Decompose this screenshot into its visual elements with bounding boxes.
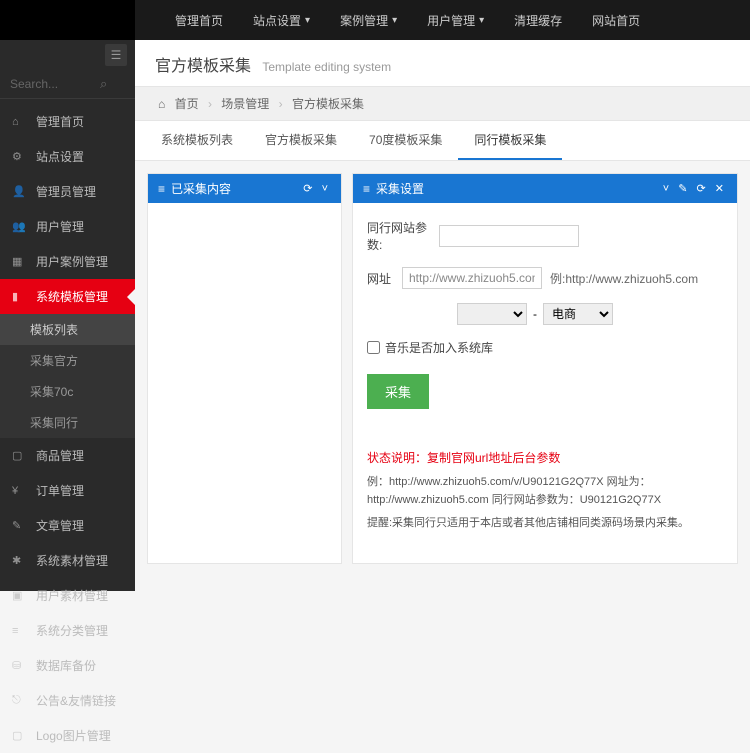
param-input[interactable] [439,225,579,247]
document-icon: ✎ [12,519,28,532]
panel-tools[interactable]: ˅ ✎ ⟳ ✕ [663,182,727,195]
music-row: 音乐是否加入系统库 [367,339,723,356]
panels-container: ≡ 已采集内容 ⟳ ˅ ≡ 采集设置 ˅ ✎ ⟳ ✕ 同行网站参数: 网址 [135,161,750,576]
sidebar-item-usercase[interactable]: ▦用户案例管理 [0,244,135,279]
tab-official-collect[interactable]: 官方模板采集 [249,121,353,160]
chevron-down-icon: ▾ [479,15,484,26]
user-icon: 👤 [12,185,28,198]
url-label: 网址 [367,270,402,287]
sidebar-submenu: 模板列表 采集官方 采集70c 采集同行 [0,314,135,438]
param-label: 同行网站参数: [367,219,439,253]
page-header: 官方模板采集 Template editing system [135,40,750,86]
sidebar-item-orders[interactable]: ¥订单管理 [0,473,135,508]
submenu-template-list[interactable]: 模板列表 [0,314,135,345]
panel-tools[interactable]: ⟳ ˅ [303,182,331,195]
sidebar-item-sysmaterial[interactable]: ✱系统素材管理 [0,543,135,578]
briefcase-icon: ▮ [12,290,28,303]
sidebar-item-home[interactable]: ⌂管理首页 [0,104,135,139]
database-icon: ⛁ [12,659,28,672]
page-title: 官方模板采集 [155,58,251,75]
collected-panel: ≡ 已采集内容 ⟳ ˅ [147,173,342,564]
sidebar-item-backup[interactable]: ⛁数据库备份 [0,648,135,683]
url-input[interactable] [402,267,542,289]
collected-panel-header: ≡ 已采集内容 ⟳ ˅ [148,174,341,203]
topnav-item-user[interactable]: 用户管理▾ [412,0,499,40]
search-icon[interactable]: ⌕ [100,76,107,92]
tabs: 系统模板列表 官方模板采集 70度模板采集 同行模板采集 [135,121,750,161]
example-text: 例：http://www.zhizuoh5.com/v/U90121G2Q77X… [367,474,723,509]
page-subtitle: Template editing system [262,60,391,74]
sidebar-logo-area [0,0,135,40]
settings-panel-title: 采集设置 [376,180,424,197]
topnav-item-website[interactable]: 网站首页 [577,0,655,40]
collected-panel-body [148,203,341,303]
param-row: 同行网站参数: [367,219,723,253]
topnav-item-cache[interactable]: 清理缓存 [499,0,577,40]
breadcrumb: ⌂ 首页 › 场景管理 › 官方模板采集 [135,86,750,121]
sidebar-item-articles[interactable]: ✎文章管理 [0,508,135,543]
tab-system-template[interactable]: 系统模板列表 [145,121,249,160]
submenu-collect-peer[interactable]: 采集同行 [0,407,135,438]
box-icon: ▢ [12,449,28,462]
url-hint: 例:http://www.zhizuoh5.com [550,270,698,287]
search-input[interactable] [10,77,100,91]
settings-panel: ≡ 采集设置 ˅ ✎ ⟳ ✕ 同行网站参数: 网址 例:http://www.z… [352,173,738,564]
collect-button[interactable]: 采集 [367,374,429,409]
star-icon: ✱ [12,554,28,567]
list-icon: ≡ [363,182,370,196]
sidebar-item-logo[interactable]: ▢Logo图片管理 [0,718,135,753]
sidebar-item-goods[interactable]: ▢商品管理 [0,438,135,473]
sidebar-item-category[interactable]: ≡系统分类管理 [0,613,135,648]
sidebar-search: ⌕ [0,70,135,99]
topnav-item-home[interactable]: 管理首页 [160,0,238,40]
breadcrumb-level1[interactable]: 场景管理 [221,97,269,111]
settings-panel-body: 同行网站参数: 网址 例:http://www.zhizuoh5.com - 电… [353,203,737,563]
tip-text: 提醒:采集同行只适用于本店或者其他店铺相同类源码场景内采集。 [367,515,723,533]
sidebar-item-admin[interactable]: 👤管理员管理 [0,174,135,209]
breadcrumb-home[interactable]: 首页 [175,97,199,111]
submenu-collect-official[interactable]: 采集官方 [0,345,135,376]
home-icon: ⌂ [12,115,28,128]
url-row: 网址 例:http://www.zhizuoh5.com [367,267,723,289]
sidebar-item-usermaterial[interactable]: ▣用户素材管理 [0,578,135,613]
sidebar-item-template[interactable]: ▮系统模板管理 [0,279,135,314]
gear-icon: ⚙ [12,150,28,163]
music-checkbox[interactable] [367,341,380,354]
breadcrumb-level2: 官方模板采集 [292,97,364,111]
submenu-collect-70c[interactable]: 采集70c [0,376,135,407]
active-arrow-icon [127,289,135,305]
music-label: 音乐是否加入系统库 [385,339,493,356]
category1-select[interactable] [457,303,527,325]
main-content: 官方模板采集 Template editing system ⌂ 首页 › 场景… [135,40,750,576]
home-icon: ⌂ [158,97,165,111]
collected-panel-title: 已采集内容 [171,180,231,197]
menu-toggle-icon[interactable]: ☰ [105,44,127,66]
status-note: 状态说明：复制官网url地址后台参数 [367,449,723,466]
sidebar-item-users[interactable]: 👥用户管理 [0,209,135,244]
sidebar-menu: ⌂管理首页 ⚙站点设置 👤管理员管理 👥用户管理 ▦用户案例管理 ▮系统模板管理… [0,104,135,753]
sidebar-item-announce[interactable]: ⎋公告&友情链接 [0,683,135,718]
sidebar-item-site[interactable]: ⚙站点设置 [0,139,135,174]
topnav-item-case[interactable]: 案例管理▾ [325,0,412,40]
link-icon: ⎋ [12,694,28,707]
chevron-down-icon: ▾ [392,15,397,26]
tab-peer-collect[interactable]: 同行模板采集 [458,121,562,160]
sidebar: ☰ ⌕ ⌂管理首页 ⚙站点设置 👤管理员管理 👥用户管理 ▦用户案例管理 ▮系统… [0,0,135,591]
users-icon: 👥 [12,220,28,233]
image-icon: ▢ [12,729,28,742]
list-icon: ≡ [12,624,28,637]
grid-icon: ▦ [12,255,28,268]
select-separator: - [533,307,537,321]
category2-select[interactable]: 电商 [543,303,613,325]
tab-70-collect[interactable]: 70度模板采集 [353,121,458,160]
chevron-down-icon: ▾ [305,15,310,26]
select-row: - 电商 [367,303,723,325]
settings-panel-header: ≡ 采集设置 ˅ ✎ ⟳ ✕ [353,174,737,203]
list-icon: ≡ [158,182,165,196]
topnav-item-site[interactable]: 站点设置▾ [238,0,325,40]
cart-icon: ¥ [12,484,28,497]
